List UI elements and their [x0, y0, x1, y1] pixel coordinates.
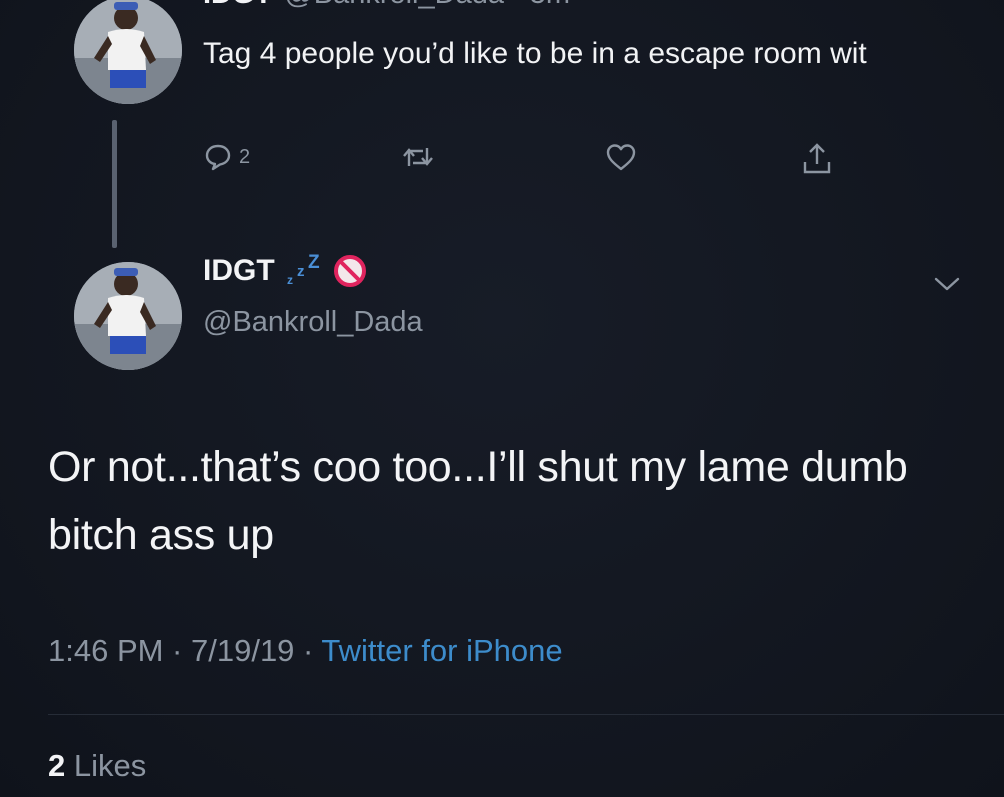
svg-text:z: z: [297, 263, 305, 280]
parent-display-name[interactable]: IDGT: [203, 0, 272, 11]
share-icon: [803, 143, 831, 174]
author-avatar[interactable]: [74, 262, 182, 370]
avatar-photo: [74, 262, 182, 370]
retweet-button[interactable]: [401, 142, 435, 172]
author-handle[interactable]: @Bankroll_Dada: [203, 306, 423, 339]
likes-count: 2: [48, 748, 66, 783]
thread-line: [112, 120, 117, 248]
svg-text:z: z: [287, 273, 293, 287]
svg-text:Z: Z: [308, 254, 320, 273]
likes-label: Likes: [65, 748, 147, 783]
like-button[interactable]: [605, 142, 637, 172]
more-options-button[interactable]: [932, 274, 962, 299]
tweet-text: Or not...that’s coo too...I’ll shut my l…: [48, 443, 908, 559]
author-display-name[interactable]: IDGT: [203, 254, 275, 288]
reply-button[interactable]: 2: [203, 142, 250, 172]
likes-summary[interactable]: 2 Likes: [48, 748, 146, 784]
author-name-row: IDGT z z Z: [203, 254, 367, 288]
parent-action-bar: 2: [203, 142, 853, 182]
heart-icon: [606, 144, 636, 171]
divider: [48, 714, 1004, 715]
avatar-photo: [74, 0, 182, 104]
zzz-icon: z z Z: [287, 254, 320, 287]
tweet-meta: 1:46 PM · 7/19/19 · Twitter for iPhone: [48, 633, 563, 669]
tweet-screen: IDGT @Bankroll_Dada · 5m Tag 4 people yo…: [0, 0, 1004, 797]
parent-tweet-text: Tag 4 people you’d like to be in a escap…: [203, 37, 867, 70]
no-entry-icon: [333, 255, 366, 287]
parent-header: IDGT @Bankroll_Dada · 5m: [203, 0, 570, 10]
tweet-source-link[interactable]: Twitter for iPhone: [321, 633, 562, 668]
share-button[interactable]: [801, 142, 833, 176]
reply-count: 2: [239, 145, 251, 168]
speech-bubble-icon: [205, 144, 231, 171]
parent-avatar[interactable]: [74, 0, 182, 104]
tweet-timestamp: 1:46 PM · 7/19/19 ·: [48, 633, 322, 668]
chevron-down-icon: [934, 277, 960, 291]
retweet-icon: [403, 148, 433, 166]
parent-handle[interactable]: @Bankroll_Dada · 5m: [284, 0, 570, 11]
